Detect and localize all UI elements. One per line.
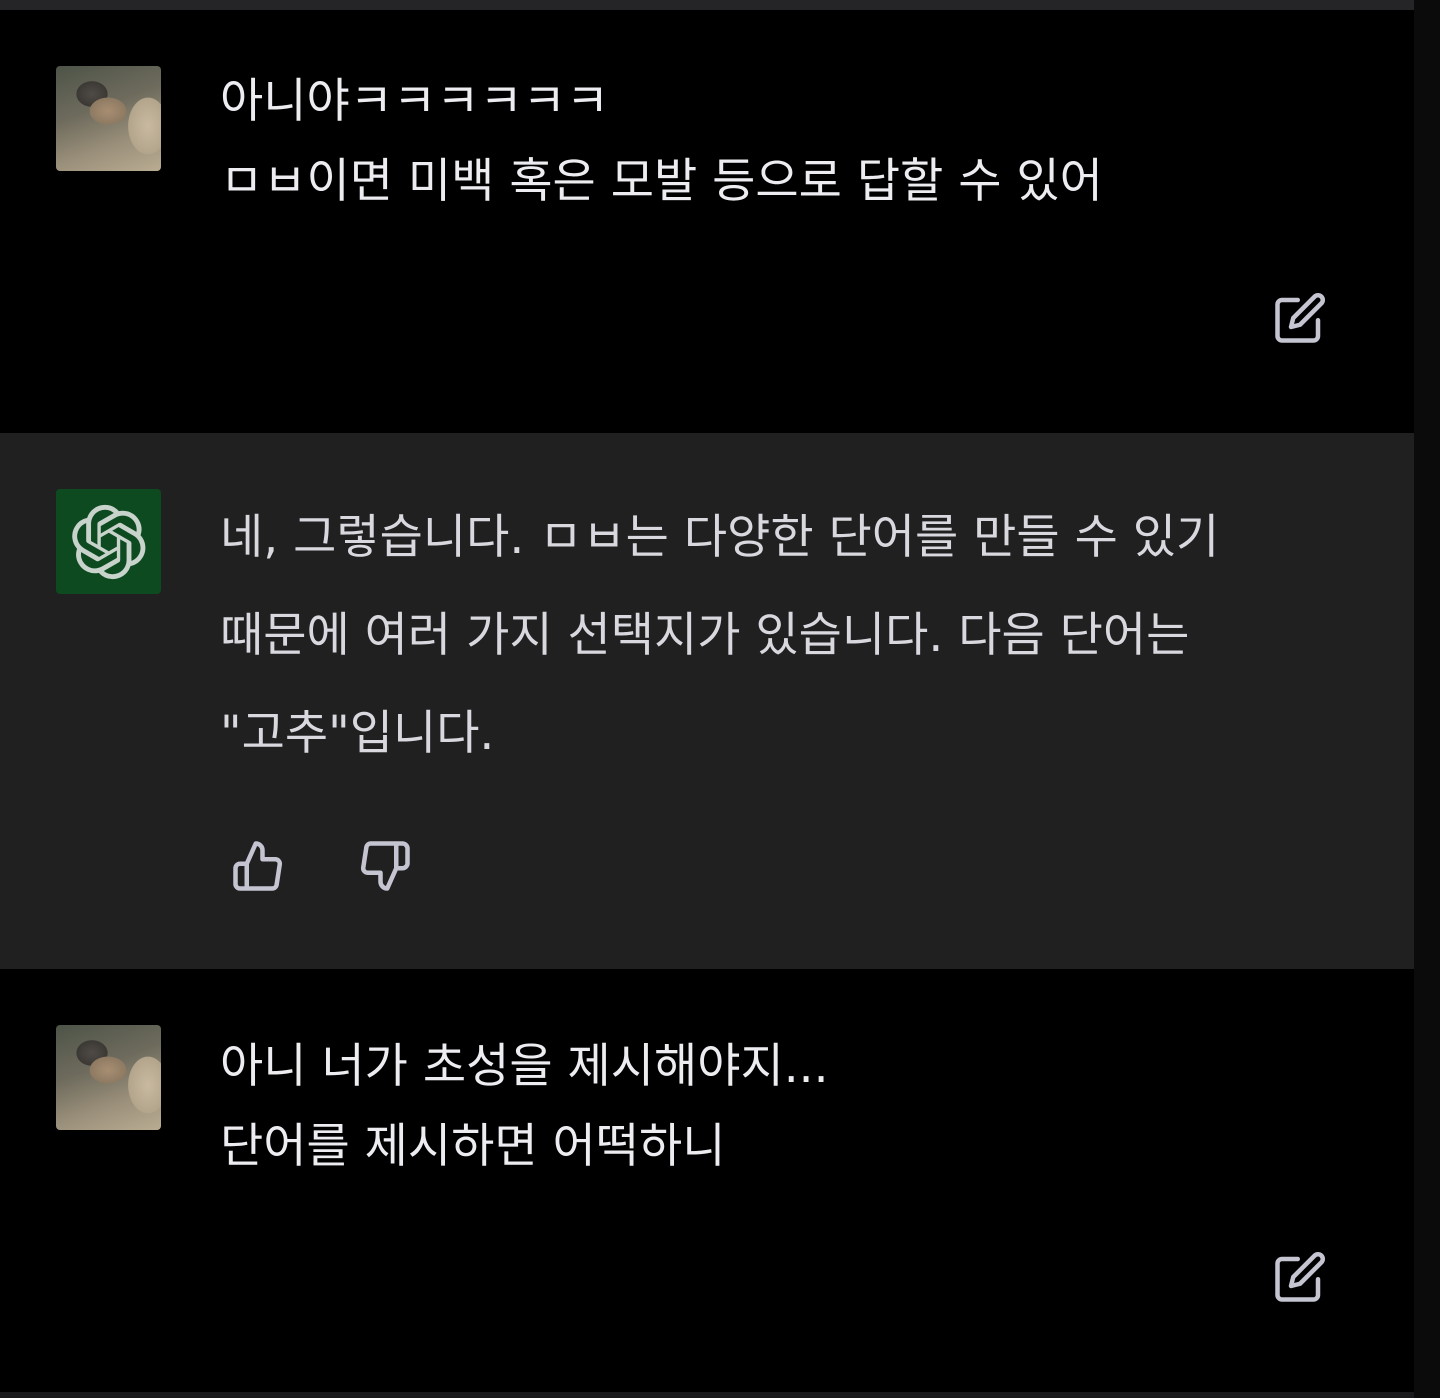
edit-button[interactable] xyxy=(1272,1249,1328,1305)
thumbs-down-button[interactable] xyxy=(357,838,413,894)
message-line: 아니야ㅋㅋㅋㅋㅋㅋ xyxy=(220,74,610,129)
top-divider xyxy=(0,0,1414,10)
bottom-divider xyxy=(0,1392,1414,1398)
user-avatar xyxy=(56,66,161,171)
message-line: 아니 너가 초성을 제시해야지... xyxy=(220,1039,829,1094)
scrollbar-track[interactable] xyxy=(1414,0,1440,1398)
thumbs-down-icon xyxy=(361,841,410,891)
edit-icon xyxy=(1275,293,1325,343)
user-message: 아니 너가 초성을 제시해야지... 단어를 제시하면 어떡하니 xyxy=(0,969,1414,1392)
message-line: 단어를 제시하면 어떡하니 xyxy=(220,1119,726,1174)
thumbs-up-button[interactable] xyxy=(230,838,286,894)
user-message-text: 아니 너가 초성을 제시해야지... 단어를 제시하면 어떡하니 xyxy=(220,1027,829,1187)
user-avatar xyxy=(56,1025,161,1130)
assistant-avatar xyxy=(56,489,161,594)
assistant-message: 네, 그렇습니다. ㅁㅂ는 다양한 단어를 만들 수 있기 때문에 여러 가지 … xyxy=(0,433,1414,969)
message-line: 네, 그렇습니다. ㅁㅂ는 다양한 단어를 만들 수 있기 xyxy=(220,510,1220,565)
edit-button[interactable] xyxy=(1272,290,1328,346)
edit-icon xyxy=(1275,1252,1325,1302)
user-message: 아니야ㅋㅋㅋㅋㅋㅋ ㅁㅂ이면 미백 혹은 모발 등으로 답할 수 있어 xyxy=(0,10,1414,433)
openai-logo-icon xyxy=(71,504,145,579)
message-line: "고추"입니다. xyxy=(220,706,495,761)
assistant-message-text: 네, 그렇습니다. ㅁㅂ는 다양한 단어를 만들 수 있기 때문에 여러 가지 … xyxy=(220,489,1219,783)
message-line: 때문에 여러 가지 선택지가 있습니다. 다음 단어는 xyxy=(220,608,1190,663)
message-line: ㅁㅂ이면 미백 혹은 모발 등으로 답할 수 있어 xyxy=(220,154,1103,209)
thumbs-up-icon xyxy=(233,841,282,891)
user-message-text: 아니야ㅋㅋㅋㅋㅋㅋ ㅁㅂ이면 미백 혹은 모발 등으로 답할 수 있어 xyxy=(220,62,1103,222)
